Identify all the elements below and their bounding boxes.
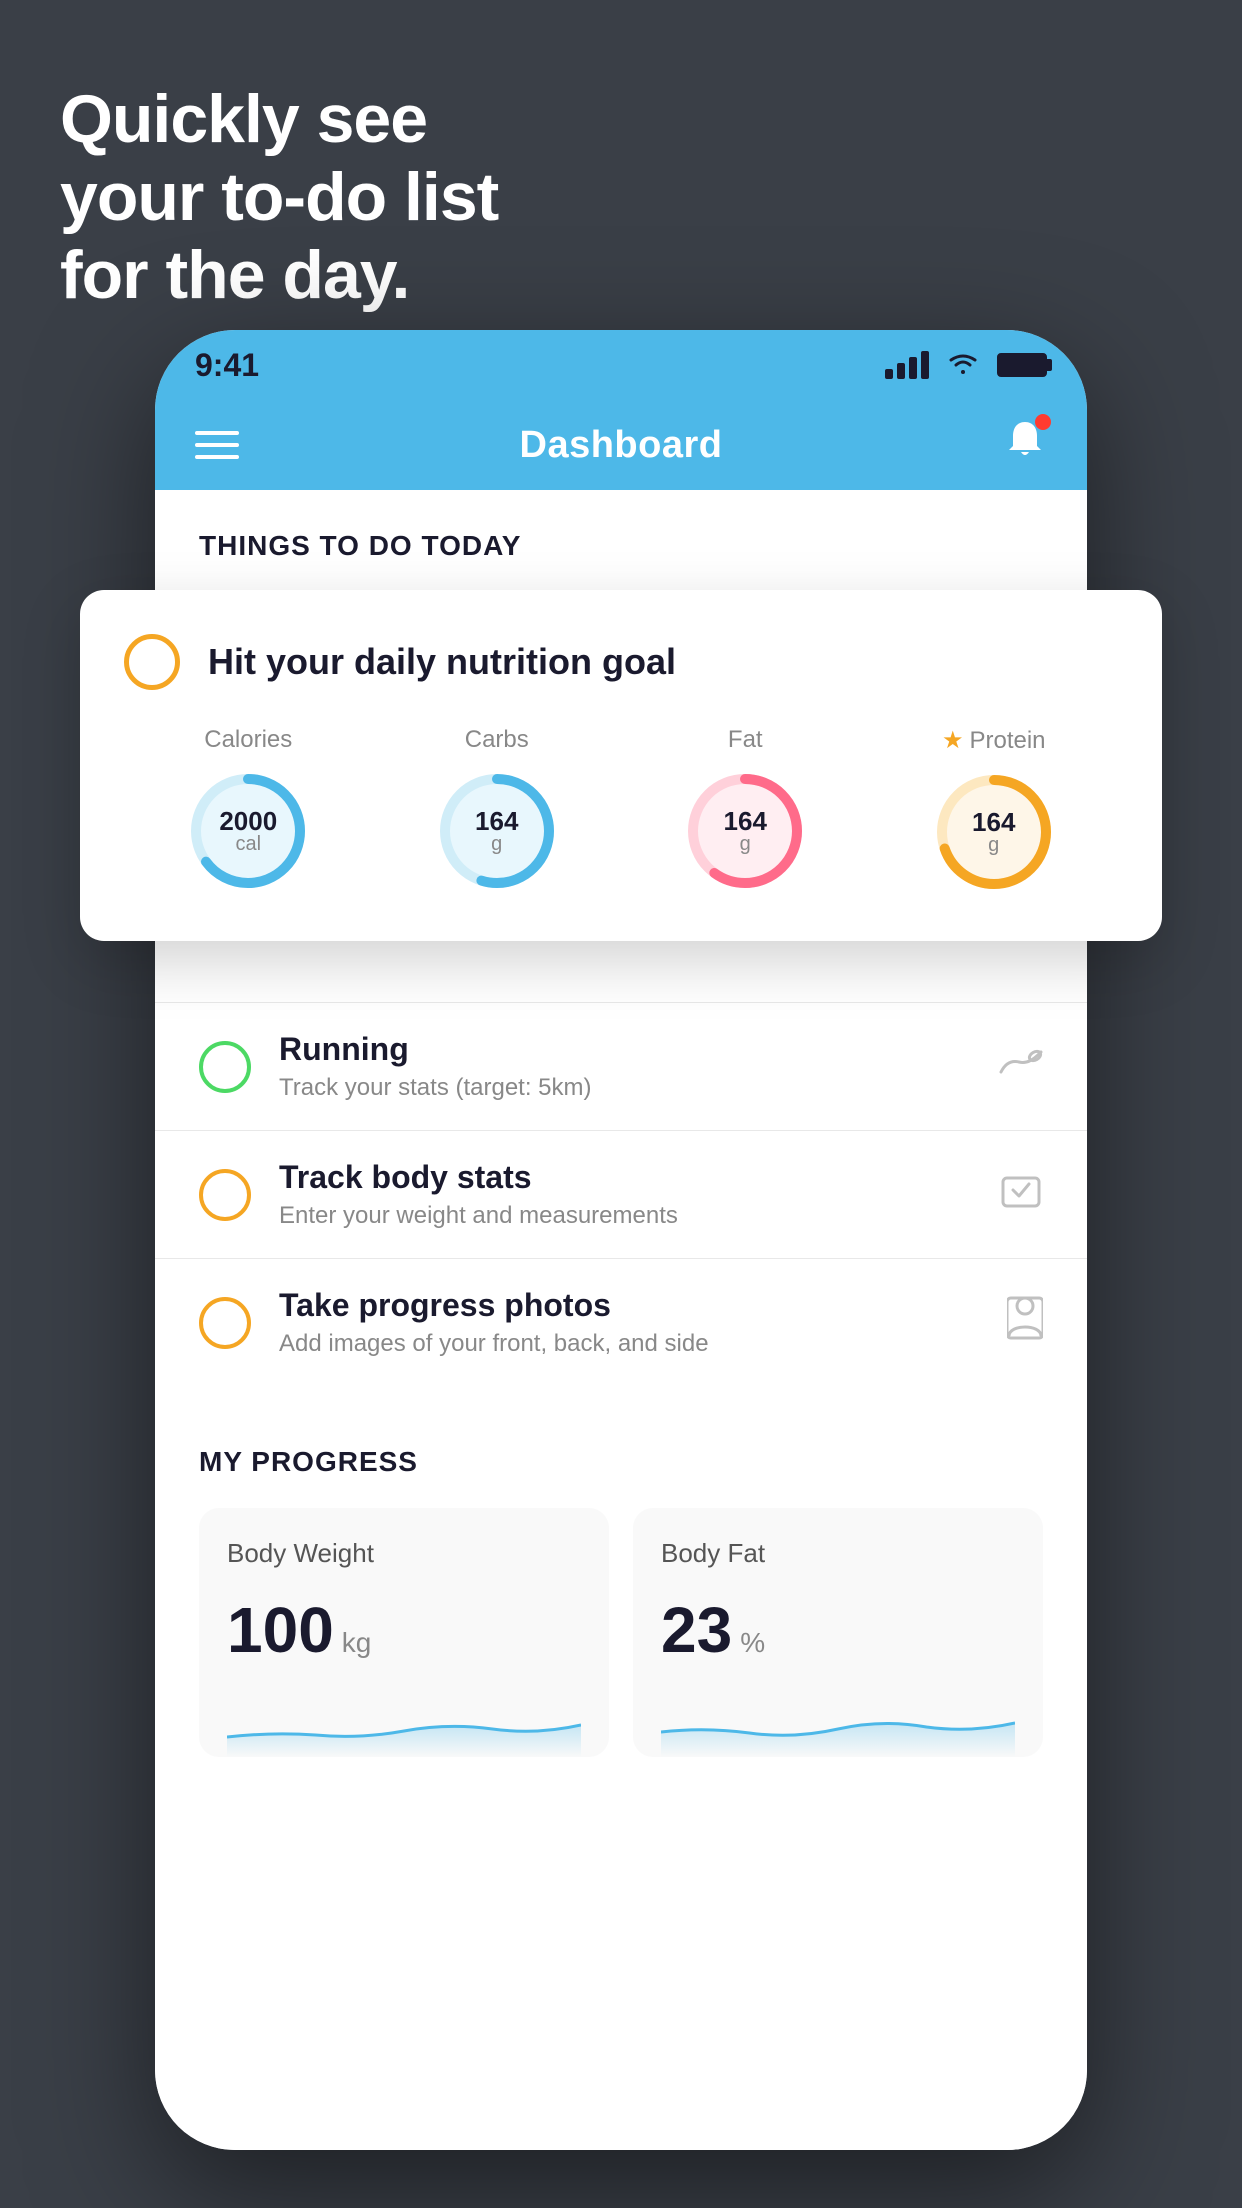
running-check-circle	[199, 1041, 251, 1093]
running-subtitle: Track your stats (target: 5km)	[279, 1074, 971, 1102]
body-fat-value: 23	[661, 1593, 732, 1667]
calories-unit: cal	[219, 834, 277, 854]
body-weight-card: Body Weight 100 kg	[199, 1508, 609, 1757]
person-icon	[1007, 1296, 1043, 1349]
body-fat-label: Body Fat	[661, 1538, 1015, 1569]
protein-label: ★ Protein	[942, 726, 1046, 755]
section-header: THINGS TO DO TODAY	[155, 490, 1087, 582]
floating-nutrition-card: Hit your daily nutrition goal Calories 2…	[80, 590, 1162, 941]
body-weight-chart	[227, 1687, 581, 1757]
calories-value: 2000	[219, 808, 277, 834]
wifi-icon	[945, 348, 981, 383]
star-icon: ★	[942, 726, 964, 755]
list-item-running[interactable]: Running Track your stats (target: 5km)	[155, 1002, 1087, 1130]
progress-header: MY PROGRESS	[199, 1446, 1043, 1478]
nutrition-check-circle	[124, 634, 180, 690]
photos-check-circle	[199, 1297, 251, 1349]
carbs-value: 164	[475, 808, 518, 834]
signal-icon	[885, 351, 929, 379]
protein-unit: g	[972, 835, 1015, 855]
status-bar: 9:41	[155, 330, 1087, 400]
body-fat-card: Body Fat 23 %	[633, 1508, 1043, 1757]
list-item-photos[interactable]: Take progress photos Add images of your …	[155, 1258, 1087, 1386]
body-weight-label: Body Weight	[227, 1538, 581, 1569]
progress-cards: Body Weight 100 kg	[199, 1508, 1043, 1757]
status-time: 9:41	[195, 347, 259, 384]
bodystats-check-circle	[199, 1169, 251, 1221]
photos-subtitle: Add images of your front, back, and side	[279, 1330, 979, 1358]
bell-icon[interactable]	[1003, 418, 1047, 472]
nutrition-card-title: Hit your daily nutrition goal	[208, 641, 676, 683]
carbs-item: Carbs 164 g	[432, 726, 562, 896]
list-section: Running Track your stats (target: 5km) T…	[155, 1002, 1087, 1386]
bodystats-title: Track body stats	[279, 1159, 971, 1196]
fat-donut: 164 g	[680, 766, 810, 896]
body-weight-unit: kg	[342, 1627, 372, 1659]
scale-icon	[999, 1168, 1043, 1221]
calories-donut: 2000 cal	[183, 766, 313, 896]
fat-value: 164	[724, 808, 767, 834]
running-icon	[999, 1044, 1043, 1089]
progress-section: MY PROGRESS Body Weight 100 kg	[155, 1386, 1087, 1757]
nutrition-row: Calories 2000 cal Carbs	[124, 726, 1118, 897]
nav-bar: Dashboard	[155, 400, 1087, 490]
protein-item: ★ Protein 164 g	[929, 726, 1059, 897]
carbs-unit: g	[475, 834, 518, 854]
protein-value: 164	[972, 809, 1015, 835]
photos-title: Take progress photos	[279, 1287, 979, 1324]
body-fat-chart	[661, 1687, 1015, 1757]
calories-label: Calories	[204, 726, 292, 754]
calories-item: Calories 2000 cal	[183, 726, 313, 896]
bodystats-subtitle: Enter your weight and measurements	[279, 1202, 971, 1230]
running-title: Running	[279, 1031, 971, 1068]
hero-text: Quickly see your to-do list for the day.	[60, 80, 498, 315]
carbs-donut: 164 g	[432, 766, 562, 896]
hamburger-menu[interactable]	[195, 431, 239, 459]
status-icons	[885, 348, 1047, 383]
protein-donut: 164 g	[929, 767, 1059, 897]
fat-label: Fat	[728, 726, 763, 754]
fat-item: Fat 164 g	[680, 726, 810, 896]
body-fat-unit: %	[740, 1627, 765, 1659]
battery-icon	[997, 353, 1047, 377]
list-item-body-stats[interactable]: Track body stats Enter your weight and m…	[155, 1130, 1087, 1258]
fat-unit: g	[724, 834, 767, 854]
body-weight-value: 100	[227, 1593, 334, 1667]
nav-title: Dashboard	[520, 424, 723, 467]
carbs-label: Carbs	[465, 726, 529, 754]
